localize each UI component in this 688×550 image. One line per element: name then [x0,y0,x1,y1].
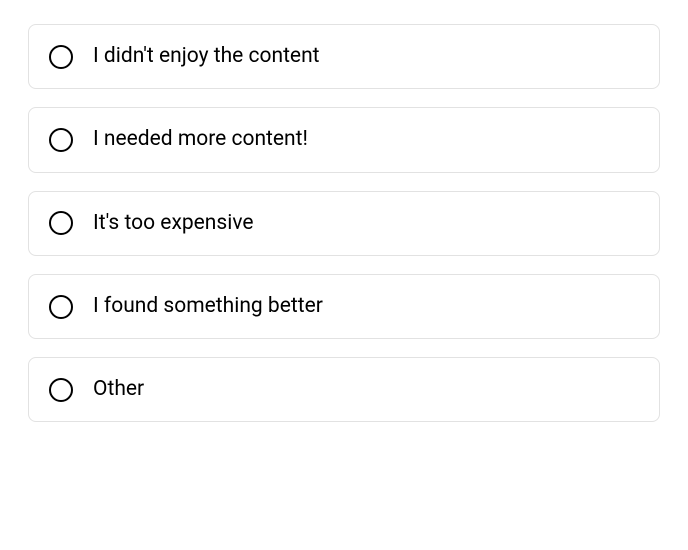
radio-icon [49,128,73,152]
option-label: Other [93,376,144,403]
radio-icon [49,211,73,235]
option-found-something-better[interactable]: I found something better [28,274,660,339]
option-other[interactable]: Other [28,357,660,422]
option-too-expensive[interactable]: It's too expensive [28,191,660,256]
option-label: It's too expensive [93,210,254,237]
reason-option-list: I didn't enjoy the content I needed more… [28,24,660,422]
option-needed-more-content[interactable]: I needed more content! [28,107,660,172]
radio-icon [49,45,73,69]
radio-icon [49,378,73,402]
option-label: I found something better [93,293,323,320]
radio-icon [49,295,73,319]
option-label: I needed more content! [93,126,308,153]
option-didnt-enjoy-content[interactable]: I didn't enjoy the content [28,24,660,89]
option-label: I didn't enjoy the content [93,43,320,70]
